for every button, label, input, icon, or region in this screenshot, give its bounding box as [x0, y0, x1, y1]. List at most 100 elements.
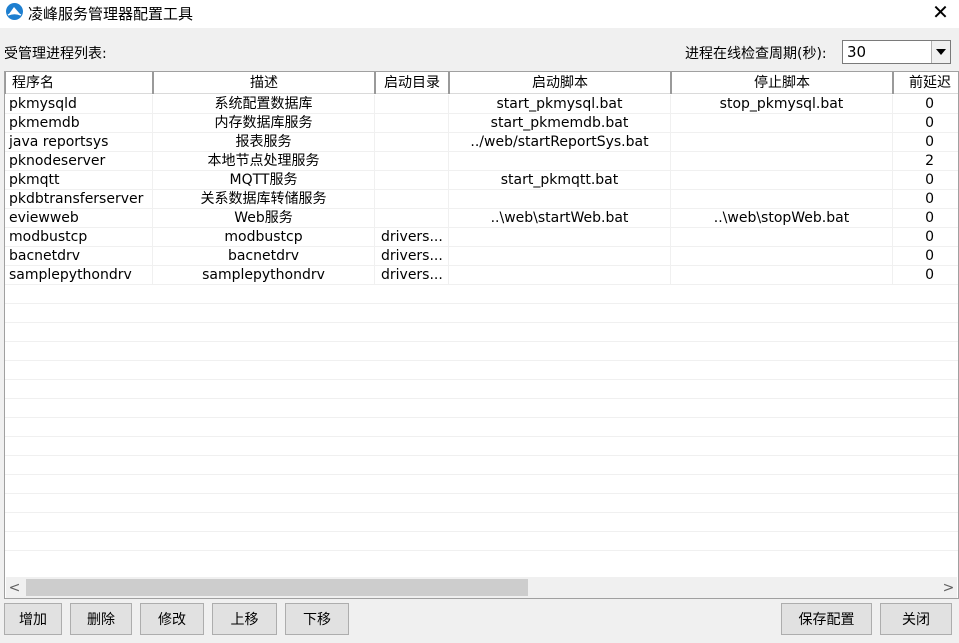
column-header-start-dir[interactable]: 启动目录 — [375, 72, 449, 94]
table-body: pkmysqld 系统配置数据库 start_pkmysql.bat stop_… — [5, 95, 958, 551]
modify-button[interactable]: 修改 — [140, 603, 204, 635]
cell-name: pknodeserver — [5, 152, 153, 171]
cell-name: bacnetdrv — [5, 247, 153, 266]
cell-name: samplepythondrv — [5, 266, 153, 285]
table-row[interactable]: bacnetdrv bacnetdrv drivers... 0 — [5, 247, 958, 266]
cell-start-script — [449, 266, 671, 285]
app-logo-icon — [6, 3, 23, 20]
table-row[interactable]: samplepythondrv samplepythondrv drivers.… — [5, 266, 958, 285]
cell-pre-delay: 0 — [893, 228, 958, 247]
process-table[interactable]: 程序名 描述 启动目录 启动脚本 停止脚本 前延迟 pkmysqld 系统配置数… — [4, 71, 959, 599]
column-header-stop-script[interactable]: 停止脚本 — [671, 72, 893, 94]
cell-description: MQTT服务 — [153, 171, 375, 190]
cell-name: pkdbtransferserver — [5, 190, 153, 209]
cell-stop-script — [671, 190, 893, 209]
cell-start-script — [449, 190, 671, 209]
empty-row — [5, 323, 958, 342]
cell-start-dir — [375, 133, 449, 152]
table-row[interactable]: pknodeserver 本地节点处理服务 2 — [5, 152, 958, 171]
cell-pre-delay: 0 — [893, 95, 958, 114]
table-row[interactable]: pkmqtt MQTT服务 start_pkmqtt.bat 0 — [5, 171, 958, 190]
scroll-right-icon[interactable]: > — [940, 577, 957, 598]
cell-start-script: ../web/startReportSys.bat — [449, 133, 671, 152]
cell-pre-delay: 0 — [893, 247, 958, 266]
cell-stop-script — [671, 171, 893, 190]
cell-start-dir — [375, 152, 449, 171]
empty-row — [5, 494, 958, 513]
cell-pre-delay: 0 — [893, 209, 958, 228]
cell-start-script — [449, 247, 671, 266]
check-interval-value: 30 — [847, 43, 867, 61]
cell-name: pkmysqld — [5, 95, 153, 114]
cell-stop-script — [671, 228, 893, 247]
table-header: 程序名 描述 启动目录 启动脚本 停止脚本 前延迟 — [5, 72, 958, 94]
process-list-label: 受管理进程列表: — [4, 46, 107, 62]
cell-start-script: start_pkmqtt.bat — [449, 171, 671, 190]
cell-description: 系统配置数据库 — [153, 95, 375, 114]
empty-row — [5, 456, 958, 475]
table-row[interactable]: modbustcp modbustcp drivers... 0 — [5, 228, 958, 247]
close-button[interactable]: 关闭 — [880, 603, 952, 635]
empty-row — [5, 380, 958, 399]
cell-name: java reportsys — [5, 133, 153, 152]
horizontal-scrollbar[interactable]: < > — [6, 577, 957, 598]
table-row[interactable]: eviewweb Web服务 ..\web\startWeb.bat ..\we… — [5, 209, 958, 228]
cell-pre-delay: 0 — [893, 171, 958, 190]
cell-stop-script: stop_pkmysql.bat — [671, 95, 893, 114]
empty-row — [5, 532, 958, 551]
column-header-start-script[interactable]: 启动脚本 — [449, 72, 671, 94]
cell-description: samplepythondrv — [153, 266, 375, 285]
cell-start-dir — [375, 171, 449, 190]
cell-start-dir — [375, 190, 449, 209]
move-up-button[interactable]: 上移 — [212, 603, 277, 635]
empty-row — [5, 361, 958, 380]
column-header-description[interactable]: 描述 — [153, 72, 375, 94]
cell-pre-delay: 0 — [893, 190, 958, 209]
cell-stop-script — [671, 114, 893, 133]
check-interval-label: 进程在线检查周期(秒): — [685, 46, 827, 62]
cell-start-dir — [375, 209, 449, 228]
cell-description: 报表服务 — [153, 133, 375, 152]
column-header-pre-delay[interactable]: 前延迟 — [893, 72, 958, 94]
cell-start-script — [449, 228, 671, 247]
cell-description: modbustcp — [153, 228, 375, 247]
table-row[interactable]: pkmemdb 内存数据库服务 start_pkmemdb.bat 0 — [5, 114, 958, 133]
cell-pre-delay: 0 — [893, 133, 958, 152]
empty-row — [5, 399, 958, 418]
cell-description: 内存数据库服务 — [153, 114, 375, 133]
empty-row — [5, 513, 958, 532]
column-header-name[interactable]: 程序名 — [5, 72, 153, 94]
cell-name: eviewweb — [5, 209, 153, 228]
cell-pre-delay: 0 — [893, 114, 958, 133]
cell-start-script: start_pkmysql.bat — [449, 95, 671, 114]
cell-stop-script — [671, 247, 893, 266]
cell-start-script: ..\web\startWeb.bat — [449, 209, 671, 228]
cell-pre-delay: 0 — [893, 266, 958, 285]
cell-start-dir — [375, 95, 449, 114]
save-config-button[interactable]: 保存配置 — [781, 603, 872, 635]
add-button[interactable]: 增加 — [4, 603, 62, 635]
chevron-down-icon[interactable] — [931, 41, 950, 63]
cell-start-dir — [375, 114, 449, 133]
table-row[interactable]: pkmysqld 系统配置数据库 start_pkmysql.bat stop_… — [5, 95, 958, 114]
table-row[interactable]: java reportsys 报表服务 ../web/startReportSy… — [5, 133, 958, 152]
move-down-button[interactable]: 下移 — [285, 603, 349, 635]
cell-stop-script — [671, 152, 893, 171]
close-icon[interactable]: ✕ — [922, 0, 959, 24]
check-interval-select[interactable]: 30 — [842, 40, 951, 64]
cell-pre-delay: 2 — [893, 152, 958, 171]
empty-row — [5, 437, 958, 456]
table-row[interactable]: pkdbtransferserver 关系数据库转储服务 0 — [5, 190, 958, 209]
scrollbar-thumb[interactable] — [26, 579, 528, 596]
cell-start-dir: drivers... — [375, 228, 449, 247]
empty-row — [5, 285, 958, 304]
empty-row — [5, 304, 958, 323]
window-title: 凌峰服务管理器配置工具 — [28, 5, 194, 23]
scroll-left-icon[interactable]: < — [6, 577, 23, 598]
cell-stop-script — [671, 266, 893, 285]
cell-description: Web服务 — [153, 209, 375, 228]
cell-description: 本地节点处理服务 — [153, 152, 375, 171]
cell-description: 关系数据库转储服务 — [153, 190, 375, 209]
delete-button[interactable]: 删除 — [70, 603, 132, 635]
cell-stop-script: ..\web\stopWeb.bat — [671, 209, 893, 228]
